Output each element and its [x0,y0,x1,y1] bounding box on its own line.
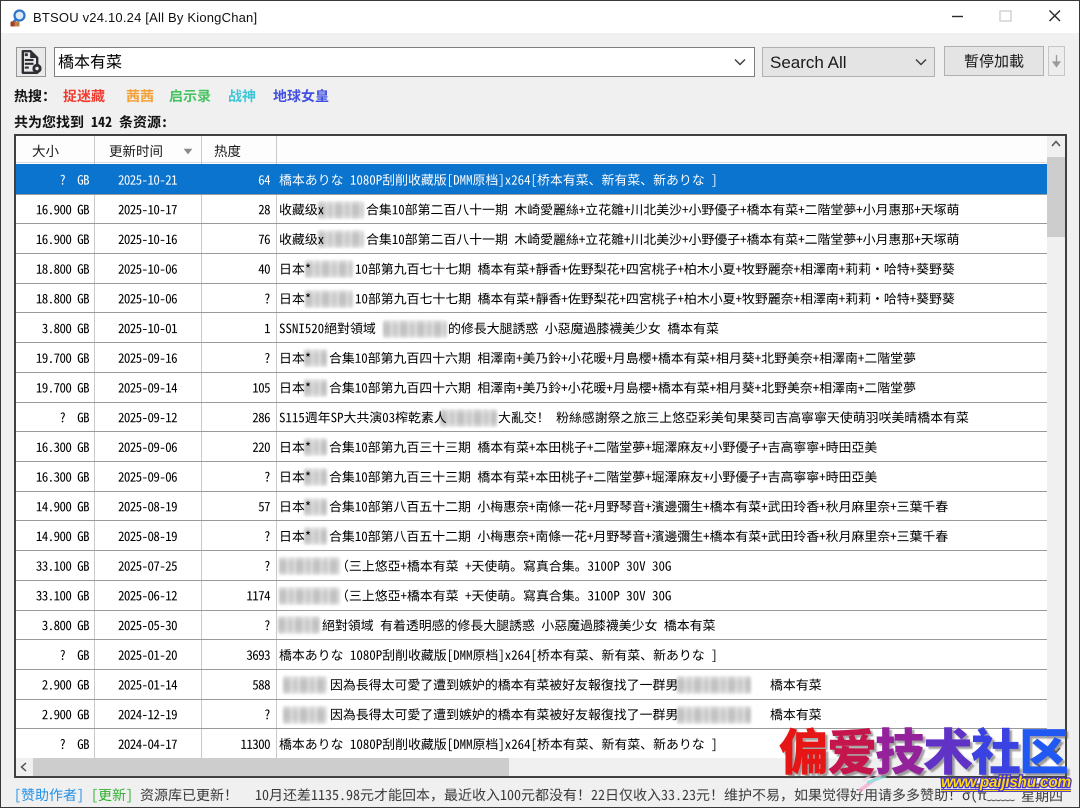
svg-text:www.paijishu.com: www.paijishu.com [941,774,1071,791]
